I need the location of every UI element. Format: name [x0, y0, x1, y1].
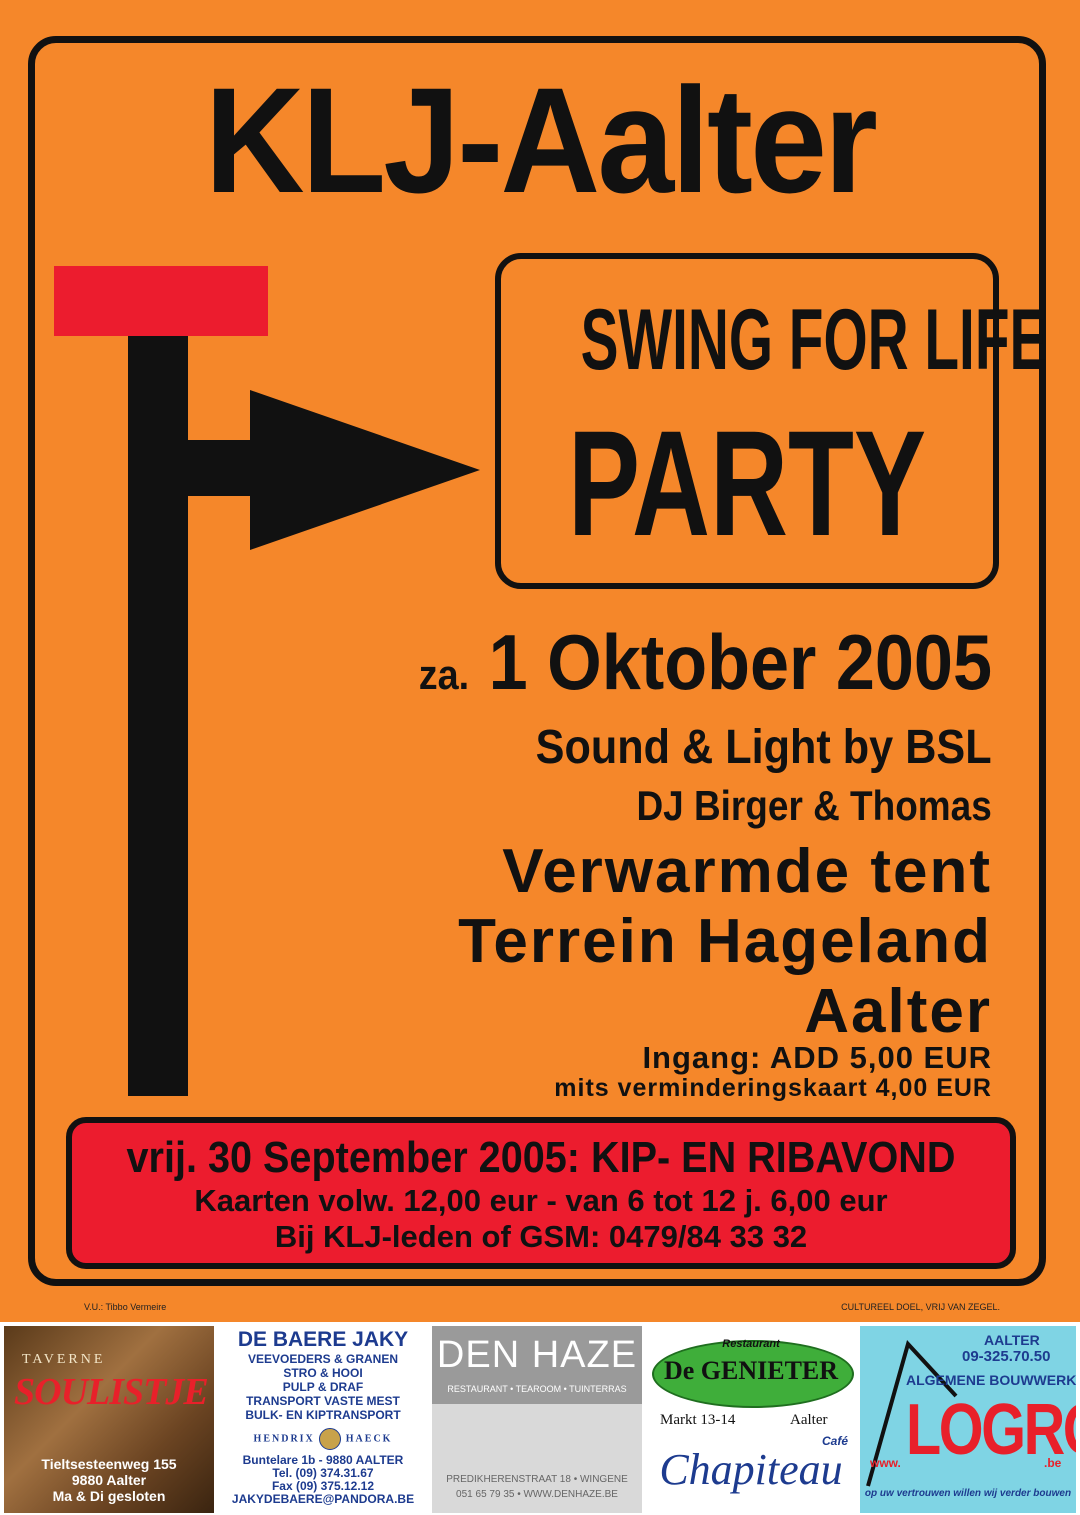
debaere-line-3: PULP & DRAF — [282, 1380, 364, 1394]
venue-line-2: Terrein Hageland — [458, 907, 992, 976]
event-type: PARTY — [567, 399, 927, 567]
sound-line: Sound & Light by BSL — [536, 721, 992, 774]
debaere-email: JAKYDEBAERE@PANDORA.BE — [231, 1492, 415, 1506]
debaere-line-4: TRANSPORT VASTE MEST — [246, 1394, 400, 1408]
logro-phone: 09-325.70.50 — [962, 1348, 1051, 1365]
debaere-line-2: STRO & HOOI — [283, 1366, 363, 1380]
debaere-line-5: BULK- EN KIPTRANSPORT — [245, 1408, 401, 1422]
date-text: 1 Oktober 2005 — [488, 618, 992, 706]
ad-denhaze: DEN HAZE RESTAURANT • TEAROOM • TUINTERR… — [432, 1326, 642, 1513]
soulistje-logo: SOULISTJE — [14, 1371, 209, 1413]
ad-debaere: DE BAERE JAKY VEEVOEDERS & GRANEN STRO &… — [218, 1326, 428, 1513]
ad-genieter: Restaurant De GENIETER Markt 13-14 Aalte… — [646, 1326, 856, 1513]
publisher-note: V.U.: Tibbo Vermeire — [84, 1302, 167, 1312]
soulistje-town: 9880 Aalter — [71, 1472, 147, 1488]
denhaze-tagline: RESTAURANT • TEAROOM • TUINTERRAS — [447, 1384, 627, 1394]
soulistje-address: Tieltsesteenweg 155 — [41, 1456, 177, 1472]
arrow-right-icon — [250, 390, 480, 550]
genieter-town: Aalter — [790, 1412, 828, 1428]
logro-www: www. — [870, 1456, 901, 1470]
genieter-label: Restaurant — [722, 1338, 780, 1350]
event-date: za. 1 Oktober 2005 — [419, 612, 992, 725]
ribavond-contact: Bij KLJ-leden of GSM: 0479/84 33 32 — [274, 1219, 808, 1254]
soulistje-top: TAVERNE — [22, 1352, 106, 1367]
logro-service: ALGEMENE BOUWWERKEN — [906, 1372, 1076, 1388]
event-name: SWING FOR LIFE — [580, 292, 1048, 388]
discount-price: mits verminderingskaart 4,00 EUR — [554, 1074, 992, 1102]
day-prefix: za. — [418, 651, 470, 698]
signpost-red-bar — [54, 266, 268, 336]
soulistje-note: Ma & Di gesloten — [52, 1488, 166, 1504]
logro-tld: .be — [1044, 1456, 1062, 1470]
cultural-note: CULTUREEL DOEL, VRIJ VAN ZEGEL. — [841, 1302, 1000, 1312]
denhaze-address: PREDIKHERENSTRAAT 18 • WINGENE — [446, 1474, 628, 1485]
genieter-address: Markt 13-14 — [660, 1412, 736, 1428]
dj-line: DJ Birger & Thomas — [636, 782, 992, 829]
debaere-name: DE BAERE JAKY — [237, 1328, 409, 1351]
ad-logro: AALTER 09-325.70.50 ALGEMENE BOUWWERKEN … — [860, 1326, 1076, 1513]
ad-soulistje: TAVERNE SOULISTJE Tieltsesteenweg 155 98… — [4, 1326, 214, 1513]
logro-town: AALTER — [984, 1332, 1040, 1348]
brand-left: HENDRIX — [253, 1433, 315, 1445]
brand-emblem-icon — [319, 1428, 342, 1450]
ribavond-title: vrij. 30 September 2005: KIP- EN RIBAVON… — [126, 1133, 956, 1182]
denhaze-contact: 051 65 79 35 • WWW.DENHAZE.BE — [456, 1489, 618, 1500]
logro-slogan: op uw vertrouwen willen wij verder bouwe… — [864, 1488, 1072, 1499]
poster-title: KLJ-Aalter — [204, 56, 878, 224]
chapiteau-logo: Chapiteau — [659, 1445, 843, 1494]
denhaze-logo: DEN HAZE — [436, 1334, 638, 1376]
ribavond-prices: Kaarten volw. 12,00 eur - van 6 tot 12 j… — [194, 1183, 888, 1218]
brand-right: HAECK — [345, 1433, 393, 1445]
genieter-name: De GENIETER — [663, 1356, 839, 1385]
debaere-line-1: VEEVOEDERS & GRANEN — [247, 1352, 399, 1366]
venue-line-1: Verwarmde tent — [502, 837, 992, 906]
